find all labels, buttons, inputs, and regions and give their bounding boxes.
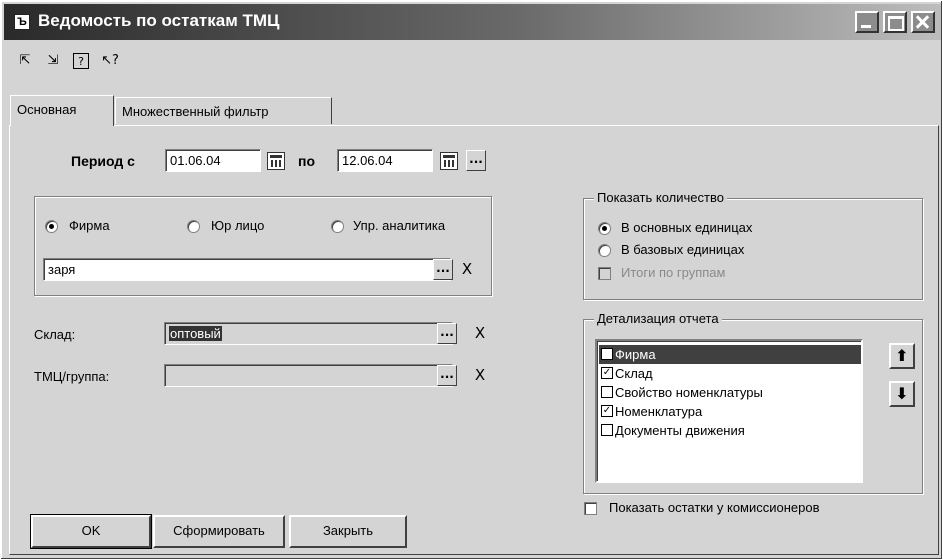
help-icon[interactable]: ? [73, 53, 89, 69]
entity-field[interactable]: заря [43, 258, 451, 281]
detail-item-nomenclature[interactable]: ✓ Номенклатура [599, 402, 861, 421]
radio-base-units-label: В базовых единицах [621, 242, 745, 257]
generate-button[interactable]: Сформировать [153, 515, 285, 548]
detail-item-checkbox[interactable]: ✓ [601, 405, 613, 417]
warehouse-select-button[interactable]: ... [437, 323, 457, 344]
close-button[interactable]: Закрыть [289, 515, 407, 548]
detail-item-label: Фирма [615, 347, 656, 362]
detail-group-title: Детализация отчета [594, 311, 722, 326]
radio-main-units-label: В основных единицах [621, 220, 753, 235]
commission-checkbox[interactable] [584, 502, 597, 515]
title-bar[interactable]: Ъ Ведомость по остаткам ТМЦ [4, 4, 941, 40]
period-select-button[interactable]: ... [466, 150, 486, 171]
period-from-field[interactable]: 01.06.04 [165, 149, 261, 172]
window-title: Ведомость по остаткам ТМЦ [38, 11, 280, 30]
move-down-button[interactable]: ⬇ [889, 381, 915, 407]
move-up-button[interactable]: ⬆ [889, 343, 915, 369]
radio-firm-label: Фирма [69, 218, 110, 233]
calendar-from-icon[interactable] [267, 152, 285, 170]
period-to-label: по [298, 153, 316, 169]
group-totals-label: Итоги по группам [621, 265, 726, 280]
detail-item-label: Склад [615, 366, 653, 381]
tab-multi-filter[interactable]: Множественный фильтр [115, 97, 332, 124]
detail-item-label: Свойство номенклатуры [615, 385, 763, 400]
tab-main[interactable]: Основная [10, 95, 114, 126]
ok-button[interactable]: OK [30, 514, 152, 549]
detail-item-label: Документы движения [615, 423, 745, 438]
quantity-group-title: Показать количество [594, 190, 727, 205]
entity-clear-button[interactable]: X [458, 259, 476, 279]
period-to-field[interactable]: 12.06.04 [337, 149, 433, 172]
report-window: Ъ Ведомость по остаткам ТМЦ ⇱ ⇲ ? ↖? Осн… [0, 0, 943, 560]
entity-select-button[interactable]: ... [433, 259, 453, 280]
warehouse-field[interactable]: оптовый [164, 322, 453, 345]
context-help-icon[interactable]: ↖? [97, 51, 123, 71]
detail-item-checkbox[interactable] [601, 424, 613, 436]
warehouse-label: Склад: [34, 327, 76, 342]
item-group-field[interactable] [164, 364, 453, 387]
detail-item-checkbox[interactable] [601, 348, 613, 360]
warehouse-clear-button[interactable]: X [471, 323, 489, 343]
radio-mgmt-analytics-label: Упр. аналитика [353, 218, 446, 233]
detail-item-label: Номенклатура [615, 404, 703, 419]
item-group-label: ТМЦ/группа: [34, 369, 110, 384]
radio-mgmt-analytics[interactable] [331, 220, 344, 233]
arrow-up-icon: ⬆ [895, 346, 909, 365]
group-totals-checkbox[interactable] [598, 267, 611, 280]
warehouse-value: оптовый [169, 326, 222, 341]
close-window-button[interactable] [911, 11, 935, 33]
detail-item-property[interactable]: Свойство номенклатуры [599, 383, 861, 402]
radio-base-units[interactable] [598, 244, 611, 257]
calendar-to-icon[interactable] [440, 152, 458, 170]
minimize-button[interactable] [855, 11, 879, 33]
radio-firm[interactable] [45, 220, 58, 233]
radio-legal-entity-label: Юр лицо [211, 218, 265, 233]
detail-list[interactable]: Фирма ✓ Склад Свойство номенклатуры ✓ Номе… [595, 339, 863, 483]
save-settings-icon[interactable]: ⇲ [43, 51, 63, 71]
item-group-select-button[interactable]: ... [437, 365, 457, 386]
item-group-clear-button[interactable]: X [471, 365, 489, 385]
entity-group [34, 196, 492, 296]
app-icon: Ъ [14, 14, 30, 30]
detail-item-checkbox[interactable]: ✓ [601, 367, 613, 379]
detail-item-checkbox[interactable] [601, 386, 613, 398]
detail-item-firm[interactable]: Фирма [599, 345, 861, 364]
period-from-label: Период с [71, 153, 135, 169]
arrow-down-icon: ⬇ [895, 384, 909, 403]
open-settings-icon[interactable]: ⇱ [15, 51, 35, 71]
radio-legal-entity[interactable] [187, 220, 200, 233]
maximize-button[interactable] [883, 11, 907, 33]
radio-main-units[interactable] [598, 222, 611, 235]
detail-item-warehouse[interactable]: ✓ Склад [599, 364, 861, 383]
commission-label: Показать остатки у комиссионеров [609, 500, 820, 515]
detail-item-documents[interactable]: Документы движения [599, 421, 861, 440]
